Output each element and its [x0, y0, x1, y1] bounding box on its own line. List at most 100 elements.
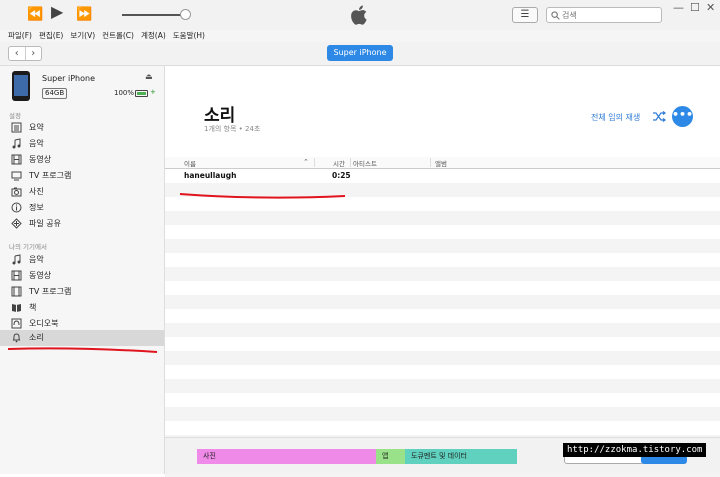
sidebar-item-label: TV 프로그램 — [29, 287, 72, 296]
device-name: Super iPhone — [42, 74, 95, 83]
empty-row — [165, 421, 720, 435]
sidebar-item-info[interactable]: 정보 — [0, 200, 164, 215]
summary-icon — [11, 122, 22, 133]
menu-help[interactable]: 도움말(H) — [173, 30, 205, 42]
sidebar-item-device-audiobooks[interactable]: 오디오북 — [0, 316, 164, 331]
menu-file[interactable]: 파일(F) — [8, 30, 32, 42]
row-time: 0:25 — [332, 171, 351, 180]
column-divider — [430, 158, 431, 167]
sidebar-item-file-sharing[interactable]: 파일 공유 — [0, 216, 164, 231]
column-divider — [314, 158, 315, 167]
sidebar-item-label: 소리 — [29, 333, 44, 342]
sidebar-item-photos[interactable]: 사진 — [0, 184, 164, 199]
volume-knob[interactable] — [180, 9, 191, 20]
column-header-album[interactable]: 앨범 — [435, 158, 447, 168]
row-name: haneullaugh — [184, 171, 237, 180]
sidebar-item-label: 동영상 — [29, 271, 52, 280]
sidebar-item-tv[interactable]: TV 프로그램 — [0, 168, 164, 183]
empty-row — [165, 197, 720, 211]
sidebar-item-device-books[interactable]: 책 — [0, 300, 164, 315]
more-options-button[interactable]: ••• — [672, 106, 693, 127]
rewind-icon[interactable]: ⏪ — [27, 8, 43, 22]
battery-percent: 100% — [114, 89, 135, 97]
menu-controls[interactable]: 컨트롤(C) — [102, 30, 134, 42]
sidebar-item-summary[interactable]: 요약 — [0, 120, 164, 135]
tones-table: 이름 ⌃ 시간 아티스트 앨범 haneullaugh 0:25 — [165, 157, 720, 477]
empty-row — [165, 295, 720, 309]
audiobook-icon — [11, 318, 22, 329]
sidebar-item-label: 음악 — [29, 255, 44, 264]
play-icon[interactable]: ▶ — [51, 4, 63, 20]
empty-row — [165, 407, 720, 421]
sidebar-item-label: 음악 — [29, 139, 44, 148]
book-icon — [12, 304, 21, 312]
sidebar-item-label: 요약 — [29, 123, 44, 132]
table-row[interactable]: haneullaugh 0:25 — [165, 169, 720, 183]
camera-icon — [11, 187, 22, 197]
list-icon: ☰ — [520, 9, 530, 20]
volume-slider[interactable] — [122, 14, 185, 16]
search-input[interactable] — [562, 8, 658, 22]
fast-forward-icon[interactable]: ⏩ — [76, 8, 92, 22]
capacity-segment-documents: 도큐멘트 및 데이터 — [405, 449, 517, 464]
empty-row — [165, 351, 720, 365]
column-header-name[interactable]: 이름 — [184, 158, 196, 168]
column-header-artist[interactable]: 아티스트 — [353, 158, 377, 168]
sidebar-item-label: 오디오북 — [29, 319, 59, 328]
empty-row — [165, 211, 720, 225]
list-view-button[interactable]: ☰ — [512, 7, 538, 23]
main-content: 소리 1개의 항목 • 24초 전체 임의 재생 ••• 이름 ⌃ 시간 아티스… — [165, 66, 720, 477]
capacity-segment-apps: 앱 — [376, 449, 405, 464]
nav-bar: ‹ › Super iPhone — [0, 42, 720, 66]
menu-edit[interactable]: 편집(E) — [39, 30, 63, 42]
empty-row — [165, 337, 720, 351]
search-icon — [551, 11, 560, 20]
page-subtitle: 1개의 항목 • 24초 — [204, 125, 261, 133]
settings-header: 설정 — [9, 112, 21, 120]
sidebar-item-movies[interactable]: 동영상 — [0, 152, 164, 167]
bell-icon — [12, 333, 21, 343]
sidebar-item-label: 정보 — [29, 203, 44, 212]
device-button[interactable]: Super iPhone — [327, 45, 393, 61]
sidebar-item-device-music[interactable]: 음악 — [0, 252, 164, 267]
on-my-device-header: 나의 기기에서 — [9, 243, 47, 251]
empty-row — [165, 379, 720, 393]
capacity-segment-photos: 사진 — [197, 449, 376, 464]
sidebar-item-device-tv[interactable]: TV 프로그램 — [0, 284, 164, 299]
capacity-badge: 64GB — [42, 88, 68, 99]
player-toolbar: ⏪ ▶ ⏩ ☰ — ☐ ✕ — [0, 0, 720, 30]
empty-row — [165, 393, 720, 407]
menu-view[interactable]: 보기(V) — [70, 30, 95, 42]
table-header: 이름 ⌃ 시간 아티스트 앨범 — [165, 157, 720, 169]
maximize-icon[interactable]: ☐ — [690, 2, 700, 14]
shuffle-icon[interactable] — [652, 111, 666, 122]
sidebar-item-label: 책 — [29, 303, 37, 312]
apps-icon — [11, 218, 22, 229]
music-icon — [12, 254, 21, 265]
sidebar-item-device-movies[interactable]: 동영상 — [0, 268, 164, 283]
empty-row — [165, 281, 720, 295]
menu-account[interactable]: 계정(A) — [141, 30, 166, 42]
sidebar-item-device-tones[interactable]: 소리 — [0, 330, 164, 346]
close-icon[interactable]: ✕ — [706, 2, 715, 14]
search-field[interactable] — [546, 7, 662, 23]
sidebar-item-music[interactable]: 음악 — [0, 136, 164, 151]
column-divider — [350, 158, 351, 167]
back-arrow-icon[interactable]: ‹ — [9, 47, 25, 60]
iphone-icon — [12, 71, 30, 101]
eject-icon[interactable]: ⏏ — [145, 72, 153, 81]
sidebar-item-label: 사진 — [29, 187, 44, 196]
menu-bar: 파일(F) 편집(E) 보기(V) 컨트롤(C) 계정(A) 도움말(H) — [0, 30, 720, 42]
page-title: 소리 — [204, 106, 236, 126]
empty-row — [165, 225, 720, 239]
empty-row — [165, 309, 720, 323]
forward-arrow-icon[interactable]: › — [24, 47, 42, 60]
charging-icon: + — [150, 88, 156, 96]
minimize-icon[interactable]: — — [673, 2, 684, 14]
shuffle-all-link[interactable]: 전체 임의 재생 — [591, 112, 640, 123]
column-header-time[interactable]: 시간 — [333, 158, 345, 168]
empty-row — [165, 183, 720, 197]
history-nav: ‹ › — [8, 46, 42, 61]
watermark: http://zzokma.tistory.com — [563, 443, 707, 457]
sort-ascending-icon[interactable]: ⌃ — [303, 158, 309, 166]
